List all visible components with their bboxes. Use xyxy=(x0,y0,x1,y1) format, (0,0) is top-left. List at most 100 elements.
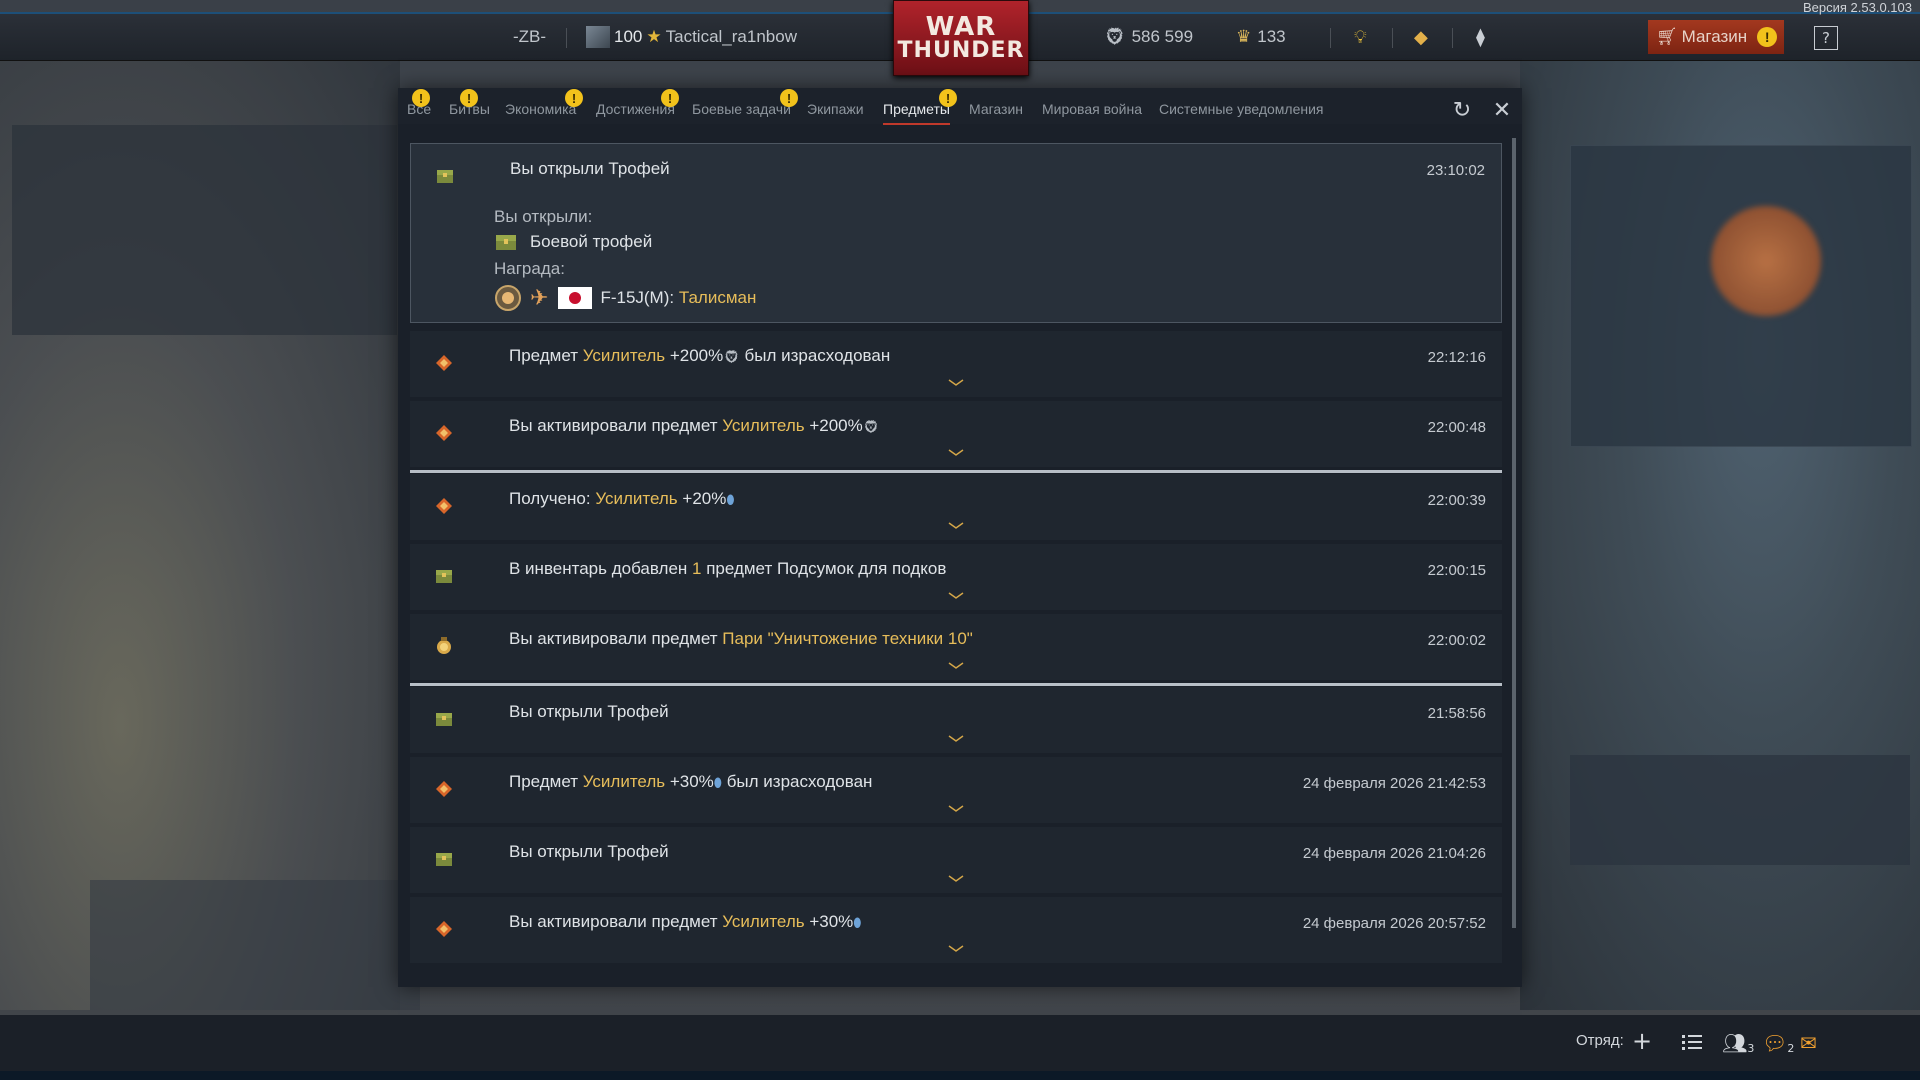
chevron-down-icon[interactable] xyxy=(948,379,964,387)
chat-button[interactable]: 💬︎ 2 xyxy=(1762,1031,1794,1055)
chevron-down-icon[interactable] xyxy=(948,592,964,600)
warning-icon: ! xyxy=(939,89,957,107)
research-icon: ⬮ xyxy=(726,492,735,507)
tab-items[interactable]: Предметы! xyxy=(883,89,957,125)
jet-icon: ✈ xyxy=(530,285,549,310)
tab-crews[interactable]: Экипажи xyxy=(807,101,864,117)
notification-time: 24 февраля 2026 21:42:53 xyxy=(1302,775,1486,792)
chat-count: 2 xyxy=(1787,1042,1795,1055)
tab-achievements[interactable]: Достижения! xyxy=(596,89,679,117)
squad-label: Отряд: xyxy=(1576,1032,1624,1049)
player-profile[interactable]: 100 ★ Tactical_ra1nbow xyxy=(586,26,797,48)
cart-icon: 🛒︎ xyxy=(1656,27,1678,46)
war-thunder-logo[interactable]: WAR THUNDER xyxy=(893,0,1029,76)
reward-item[interactable]: ✈ F-15J(M): Талисман xyxy=(494,284,756,312)
version-label: Версия 2.53.0.103 xyxy=(1803,0,1912,15)
day-divider xyxy=(410,683,1502,686)
tab-battle-tasks[interactable]: Боевые задачи! xyxy=(692,89,798,117)
silver-lions-value: 586 599 xyxy=(1131,27,1194,46)
notification-tabs: Все! Битвы! Экономика! Достижения! Боевы… xyxy=(398,88,1522,125)
research-icon: ⬮ xyxy=(713,775,722,790)
tab-economy[interactable]: Экономика! xyxy=(505,89,583,117)
notification-title: В инвентарь добавлен 1 предмет Подсумок … xyxy=(509,559,947,578)
notification-row[interactable]: Вы открыли Трофей 21:58:56 xyxy=(410,687,1502,753)
chevron-down-icon[interactable] xyxy=(948,875,964,883)
tab-world-war[interactable]: Мировая война xyxy=(1042,101,1142,117)
notification-title: Вы активировали предмет Пари "Уничтожени… xyxy=(509,629,973,648)
reward-label: Награда: xyxy=(494,259,565,278)
squad-tag[interactable]: -ZB- xyxy=(513,26,546,48)
notification-row[interactable]: Получено: Усилитель +20%⬮ 22:00:39 xyxy=(410,474,1502,540)
notification-row[interactable]: Вы открыли Трофей 24 февраля 2026 21:04:… xyxy=(410,827,1502,893)
chevron-down-icon[interactable] xyxy=(948,522,964,530)
decal-icon xyxy=(495,285,521,311)
background-panel xyxy=(90,880,420,1010)
coupon-icon[interactable]: ⧫ xyxy=(1476,26,1485,48)
chevron-down-icon[interactable] xyxy=(948,805,964,813)
background-offer-card xyxy=(1570,755,1910,865)
notification-time: 23:10:02 xyxy=(1426,162,1485,179)
opened-label: Вы открыли: xyxy=(494,207,593,226)
golden-eagles[interactable]: ♛ 133 xyxy=(1236,26,1286,48)
scrollbar[interactable] xyxy=(1512,138,1516,928)
tab-battles[interactable]: Битвы! xyxy=(449,89,490,117)
add-squad-member-icon[interactable]: + xyxy=(1632,1029,1656,1055)
tab-shop[interactable]: Магазин xyxy=(969,101,1023,117)
notifications-list: Вы открыли Трофей 23:10:02 Вы открыли: Б… xyxy=(410,143,1502,983)
notification-time: 22:00:39 xyxy=(1427,492,1486,509)
refresh-icon[interactable]: ↻ xyxy=(1450,98,1474,123)
trophy-chest-icon xyxy=(436,713,452,726)
chat-icon: 💬︎ xyxy=(1762,1031,1788,1055)
player-nickname: Tactical_ra1nbow xyxy=(665,27,797,46)
notification-row[interactable]: Предмет Усилитель +200%🦁︎ был израсходов… xyxy=(410,331,1502,397)
notification-title: Вы активировали предмет Усилитель +30%⬮ xyxy=(509,912,862,931)
notification-time: 24 февраля 2026 21:04:26 xyxy=(1302,845,1486,862)
warning-icon: ! xyxy=(412,89,430,107)
notifications-window: Все! Битвы! Экономика! Достижения! Боевы… xyxy=(398,88,1522,987)
star-icon: ★ xyxy=(646,27,662,46)
close-icon[interactable]: ✕ xyxy=(1490,98,1514,123)
help-button[interactable]: ? xyxy=(1814,26,1838,50)
warning-icon: ! xyxy=(565,89,583,107)
lightbulb-icon[interactable]: 💡︎ xyxy=(1354,26,1367,48)
tab-all[interactable]: Все! xyxy=(407,89,431,117)
silver-lions[interactable]: 🦁︎ 586 599 xyxy=(1104,26,1193,48)
booster-icon xyxy=(436,781,452,797)
notification-row[interactable]: В инвентарь добавлен 1 предмет Подсумок … xyxy=(410,544,1502,610)
notification-title: Вы открыли Трофей xyxy=(509,702,669,721)
chevron-down-icon[interactable] xyxy=(948,735,964,743)
shop-button[interactable]: 🛒︎ Магазин ! xyxy=(1648,20,1784,54)
booster-icon xyxy=(436,355,452,371)
notification-time: 22:00:02 xyxy=(1427,632,1486,649)
chevron-down-icon[interactable] xyxy=(948,449,964,457)
notification-title: Получено: Усилитель +20%⬮ xyxy=(509,489,735,508)
list-icon[interactable] xyxy=(1680,1031,1704,1055)
japan-flag-icon xyxy=(558,287,593,309)
contacts-count: 3 xyxy=(1747,1042,1755,1055)
notification-title: Вы активировали предмет Усилитель +200%🦁… xyxy=(509,416,880,435)
diamond-icon[interactable]: ◆ xyxy=(1414,26,1428,48)
contacts-button[interactable]: 👥︎ 3 xyxy=(1722,1031,1754,1055)
day-divider xyxy=(410,470,1502,473)
notification-row[interactable]: Вы активировали предмет Усилитель +30%⬮ … xyxy=(410,897,1502,963)
golden-eagles-value: 133 xyxy=(1257,27,1286,46)
opened-item-name: Боевой трофей xyxy=(530,232,653,251)
notification-row[interactable]: Предмет Усилитель +30%⬮ был израсходован… xyxy=(410,757,1502,823)
notification-row[interactable]: Вы активировали предмет Усилитель +200%🦁… xyxy=(410,401,1502,467)
chevron-down-icon[interactable] xyxy=(948,945,964,953)
notification-expanded[interactable]: Вы открыли Трофей 23:10:02 Вы открыли: Б… xyxy=(410,143,1502,323)
notification-title: Вы открыли Трофей xyxy=(510,159,670,178)
silver-lion-icon: 🦁︎ xyxy=(723,349,740,364)
research-icon: ⬮ xyxy=(853,915,862,930)
player-level: 100 xyxy=(614,27,643,46)
tab-system-notifications[interactable]: Системные уведомления xyxy=(1159,101,1324,117)
background-panel xyxy=(12,125,397,335)
notification-time: 22:00:48 xyxy=(1427,419,1486,436)
notification-row[interactable]: Вы активировали предмет Пари "Уничтожени… xyxy=(410,614,1502,680)
trophy-chest-icon xyxy=(496,235,516,250)
avatar xyxy=(586,26,610,48)
notification-time: 22:12:16 xyxy=(1427,349,1486,366)
chevron-down-icon[interactable] xyxy=(948,662,964,670)
mail-icon[interactable]: ✉ xyxy=(1800,1031,1824,1055)
opened-item[interactable]: Боевой трофей xyxy=(494,232,652,252)
